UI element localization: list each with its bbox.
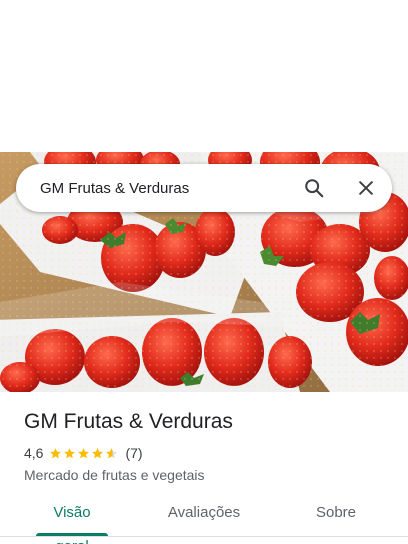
place-category[interactable]: Mercado de frutas e vegetais [24, 467, 392, 483]
place-sheet: GM Frutas & Verduras GM Frutas & Verdura… [0, 0, 408, 544]
close-button[interactable] [348, 170, 384, 206]
search-bar[interactable]: GM Frutas & Verduras [16, 164, 392, 212]
place-tabs: Visão geral Avaliações Sobre [0, 496, 408, 544]
star-icon [50, 447, 62, 458]
place-info: GM Frutas & Verduras 4,6 (7) Mercado de … [24, 408, 392, 483]
tab-about[interactable]: Sobre [306, 496, 366, 530]
star-icon [106, 447, 118, 458]
rating-value: 4,6 [24, 445, 44, 461]
star-icon [64, 447, 76, 458]
close-icon [359, 181, 373, 195]
star-icon [78, 447, 90, 458]
rating-row[interactable]: 4,6 (7) [24, 444, 392, 462]
place-title: GM Frutas & Verduras [24, 410, 233, 433]
search-input[interactable]: GM Frutas & Verduras [16, 180, 296, 197]
search-icon [305, 179, 324, 198]
review-count: (7) [125, 445, 143, 461]
tab-reviews[interactable]: Avaliações [164, 496, 244, 530]
rating-stars [49, 447, 119, 460]
tabs-divider [0, 536, 408, 537]
star-icon [92, 447, 104, 458]
search-button[interactable] [296, 170, 332, 206]
